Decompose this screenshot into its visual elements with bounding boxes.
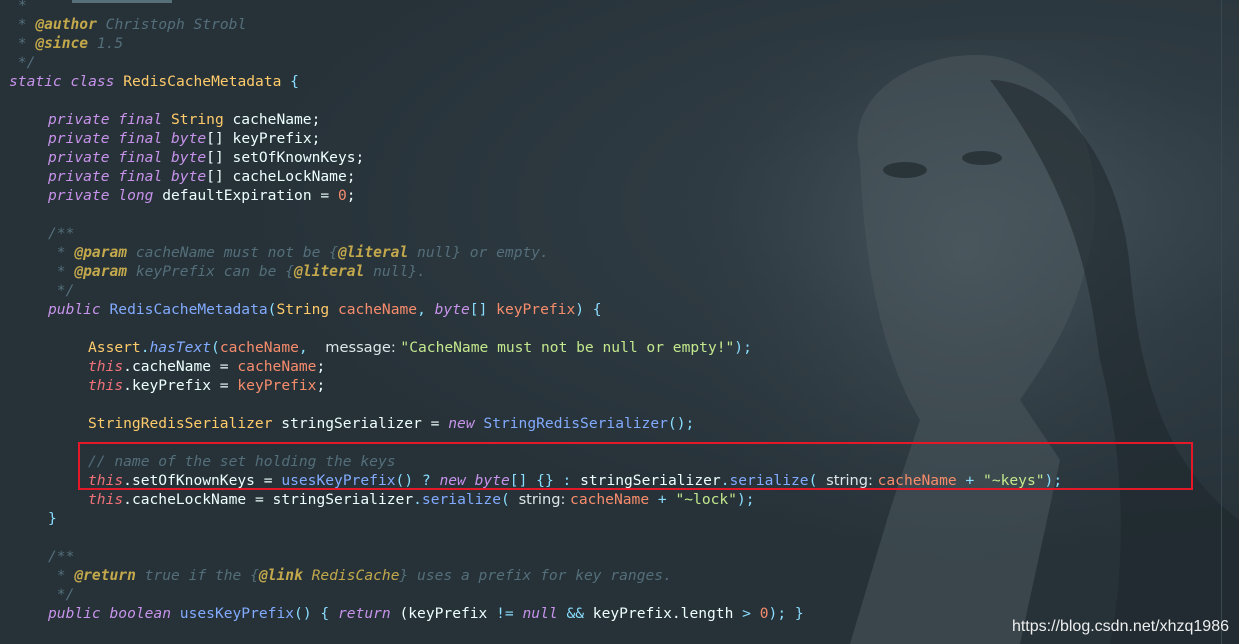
watermark-url: https://blog.csdn.net/xhzq1986 xyxy=(1011,618,1229,635)
code-statement: this.keyPrefix = keyPrefix; xyxy=(88,377,326,394)
red-highlight-box xyxy=(78,442,1193,490)
code-line: * @since 1.5 xyxy=(9,35,124,52)
code-line: * @author Christoph Strobl xyxy=(9,16,247,33)
code-statement: StringRedisSerializer stringSerializer =… xyxy=(88,415,695,432)
code-line: * xyxy=(18,0,27,14)
field-declaration: private final String cacheName; xyxy=(48,111,321,128)
field-declaration: private final byte[] keyPrefix; xyxy=(48,130,321,147)
code-statement: this.cacheName = cacheName; xyxy=(88,358,326,375)
method-declaration: public boolean usesKeyPrefix() { return … xyxy=(48,605,804,622)
javadoc-line: * @param cacheName must not be {@literal… xyxy=(48,244,549,261)
javadoc-line: */ xyxy=(48,282,75,299)
code-line: */ xyxy=(9,54,36,71)
field-declaration: private long defaultExpiration = 0; xyxy=(48,187,356,204)
parameter-hint: message: xyxy=(325,339,401,356)
javadoc-line: /** xyxy=(48,225,75,242)
javadoc-line: * @return true if the {@link RedisCache}… xyxy=(48,567,672,584)
class-declaration: static class RedisCacheMetadata { xyxy=(9,73,299,90)
parameter-hint: string: xyxy=(518,491,571,508)
field-declaration: private final byte[] cacheLockName; xyxy=(48,168,356,185)
closing-brace: } xyxy=(48,510,57,527)
code-editor[interactable]: * * @author Christoph Strobl * @since 1.… xyxy=(0,0,1239,644)
javadoc-line: * @param keyPrefix can be {@literal null… xyxy=(48,263,426,280)
field-declaration: private final byte[] setOfKnownKeys; xyxy=(48,149,365,166)
code-statement: this.cacheLockName = stringSerializer.se… xyxy=(88,491,755,508)
selection-highlight xyxy=(72,0,172,3)
code-statement: Assert.hasText(cacheName, message: "Cach… xyxy=(88,339,752,356)
background-portrait-image xyxy=(690,40,1239,644)
javadoc-line: */ xyxy=(48,586,75,603)
constructor-declaration: public RedisCacheMetadata(String cacheNa… xyxy=(48,301,602,318)
javadoc-line: /** xyxy=(48,548,75,565)
right-margin-guide xyxy=(1221,0,1222,644)
